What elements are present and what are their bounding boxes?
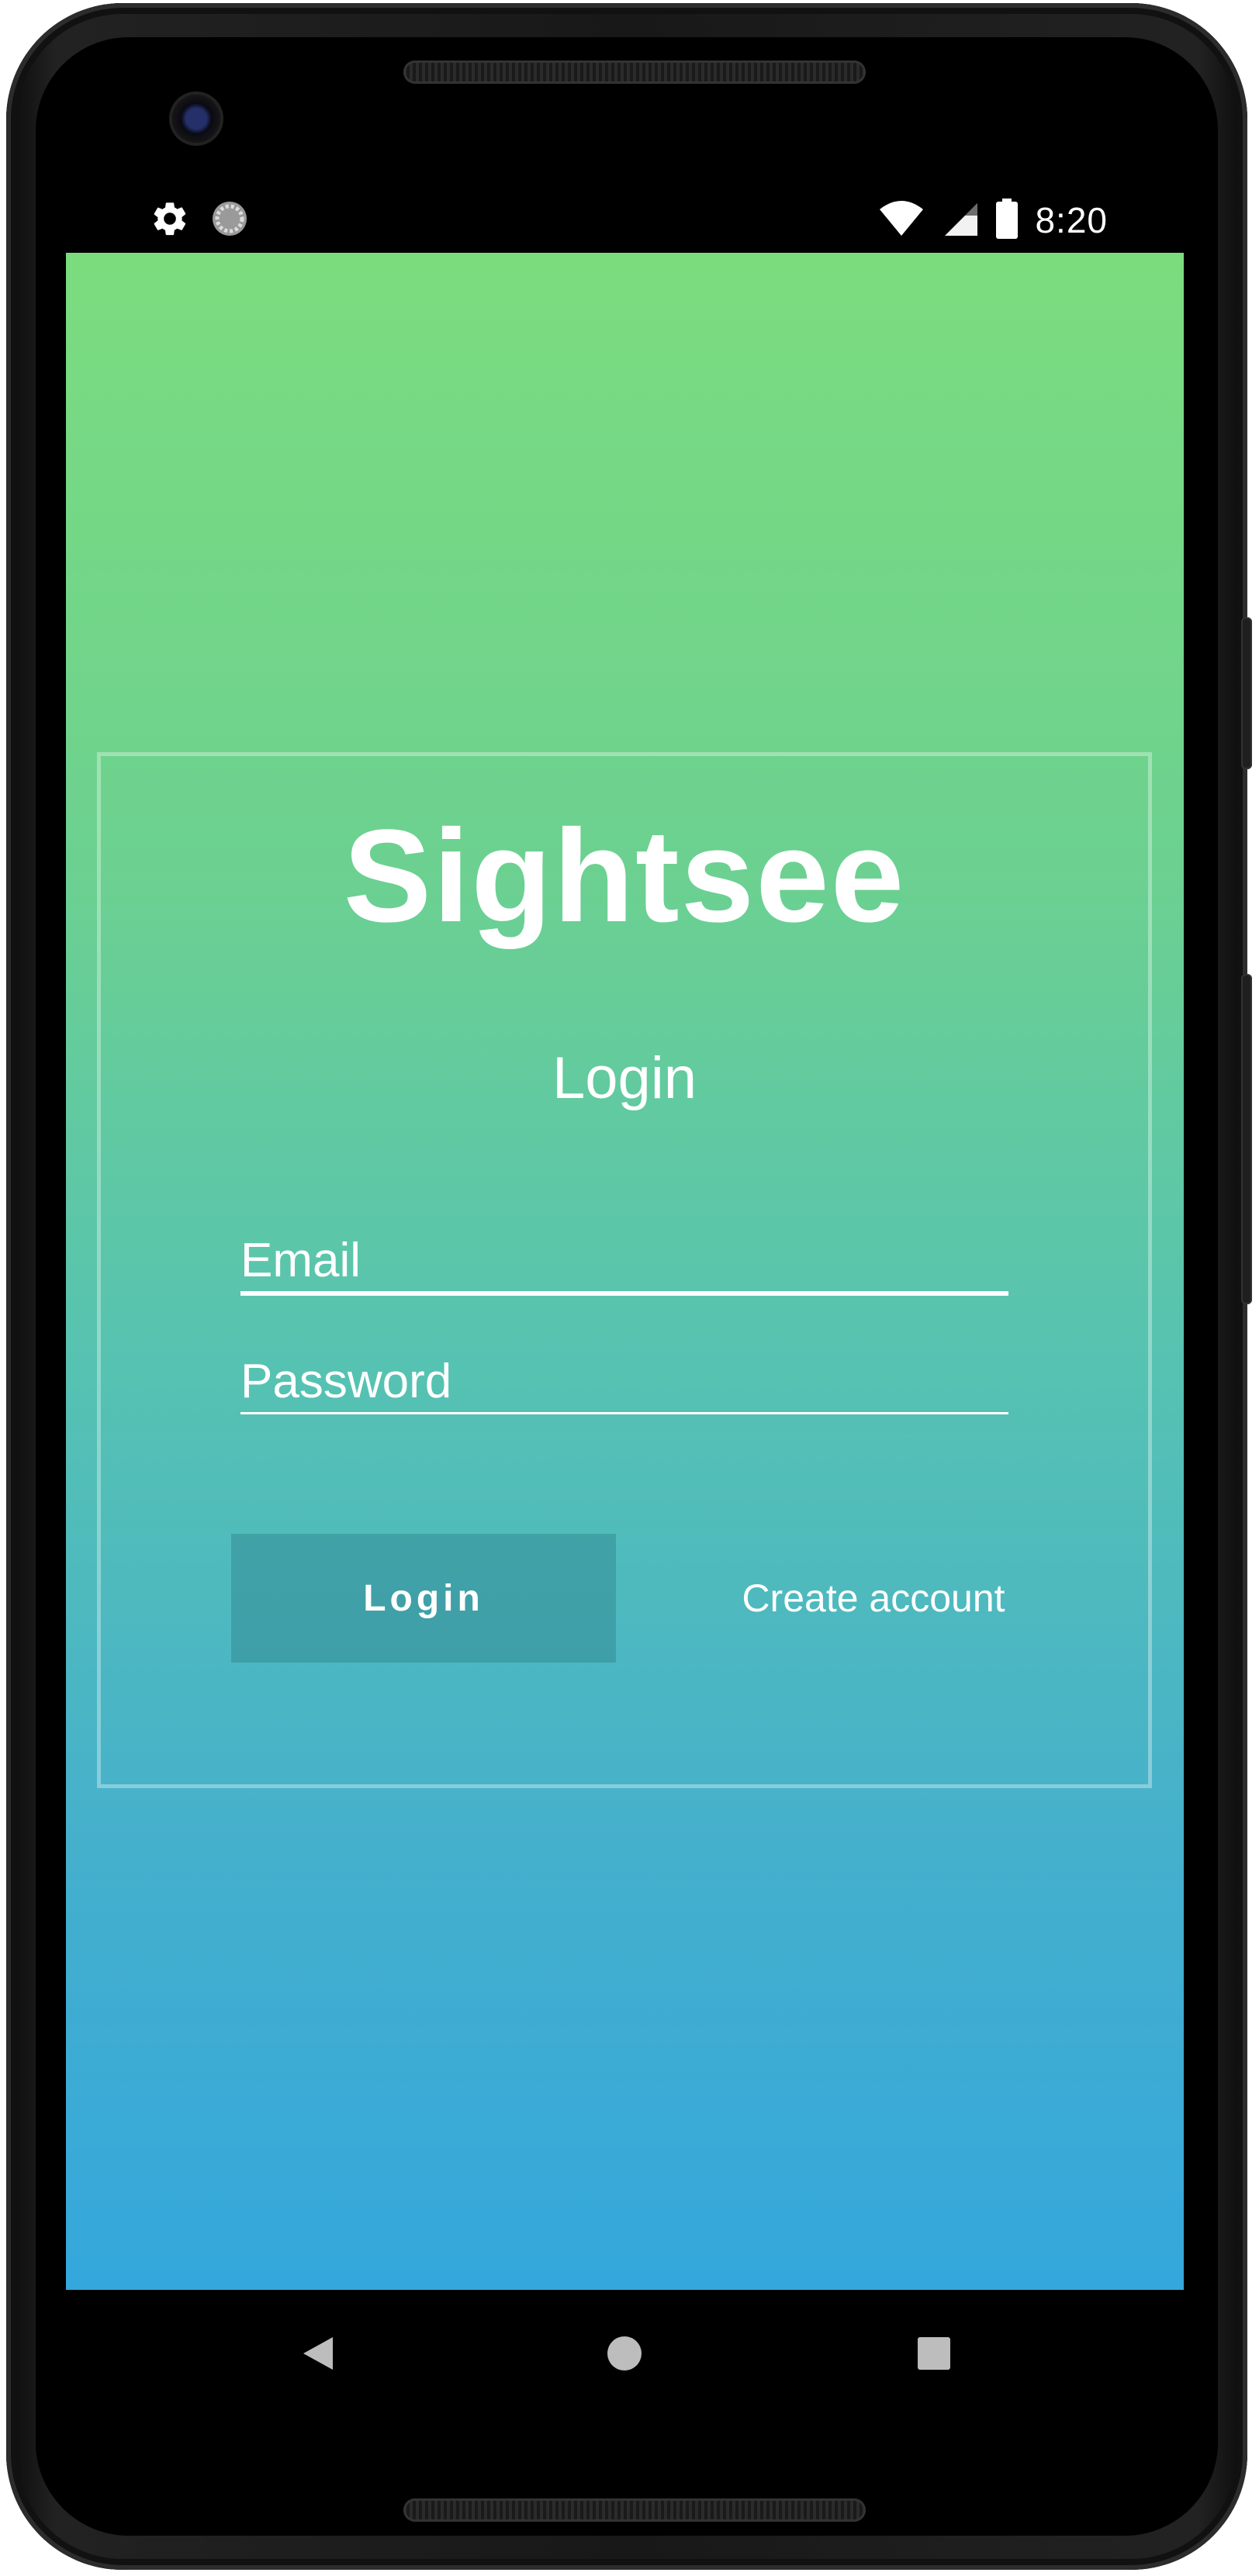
front-camera (172, 95, 220, 143)
sync-icon (210, 199, 249, 241)
app-logo-title: Sightsee (343, 803, 906, 950)
device-screen: 8:20 Sightsee Login Login Create account (66, 188, 1184, 2419)
email-field[interactable] (240, 1229, 1008, 1296)
status-right-icons: 8:20 (878, 199, 1108, 242)
create-account-link[interactable]: Create account (711, 1573, 1036, 1624)
back-icon (300, 2336, 334, 2374)
top-speaker (403, 60, 866, 84)
email-input[interactable] (240, 1229, 1008, 1291)
navigation-bar (66, 2290, 1184, 2419)
status-left-icons (150, 200, 249, 240)
battery-icon (996, 199, 1019, 242)
power-button (1241, 974, 1252, 1304)
login-card: Sightsee Login Login Create account (97, 752, 1152, 1788)
wifi-icon (878, 200, 925, 240)
volume-button (1241, 617, 1252, 769)
page-title: Login (552, 1045, 697, 1111)
home-button[interactable] (592, 2322, 657, 2388)
recents-icon (918, 2337, 950, 2373)
recents-button[interactable] (901, 2322, 967, 2388)
back-button[interactable] (285, 2322, 350, 2388)
login-button[interactable]: Login (231, 1534, 616, 1663)
settings-icon (150, 199, 190, 242)
password-field[interactable] (240, 1350, 1008, 1414)
bottom-speaker (403, 2498, 866, 2522)
password-input[interactable] (240, 1350, 1008, 1412)
status-time: 8:20 (1035, 200, 1108, 240)
login-screen: Sightsee Login Login Create account (66, 253, 1184, 2290)
status-bar: 8:20 (66, 188, 1184, 253)
home-icon (607, 2336, 642, 2374)
cell-signal-icon (942, 200, 979, 240)
